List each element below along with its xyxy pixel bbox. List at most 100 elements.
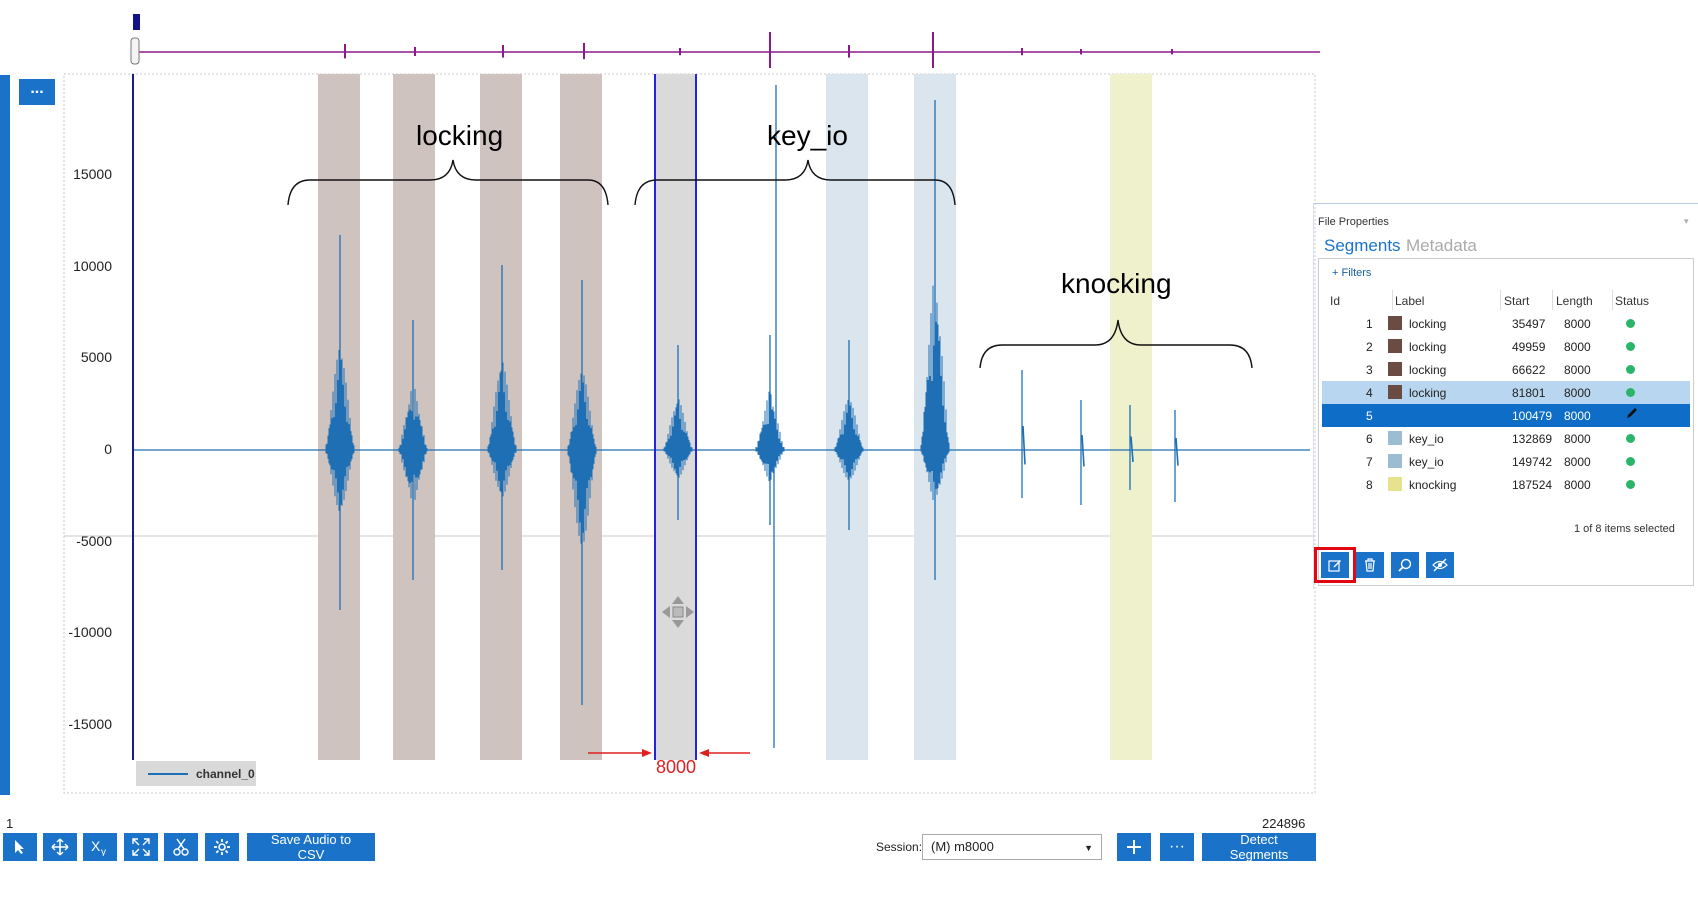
segment-band-locking[interactable]	[393, 74, 435, 760]
settings-button[interactable]	[205, 833, 239, 861]
segment-color-swatch	[1388, 454, 1402, 468]
segment-label: knocking	[1409, 478, 1457, 492]
fit-view-button[interactable]	[124, 833, 158, 861]
detect-segments-button[interactable]: Detect Segments	[1202, 832, 1316, 862]
segment-label: key_io	[1409, 432, 1444, 446]
selection-count: 1 of 8 items selected	[1574, 523, 1675, 535]
delete-segment-button[interactable]	[1356, 552, 1384, 578]
y-tick-label: -5000	[76, 533, 112, 549]
add-session-button[interactable]	[1117, 833, 1151, 861]
y-tick-label: 0	[104, 441, 112, 457]
segment-color-swatch	[1388, 339, 1402, 353]
column-header-label[interactable]: Label	[1395, 294, 1424, 308]
segment-label: locking	[1409, 363, 1447, 377]
segment-length: 8000	[1564, 455, 1591, 469]
segment-row[interactable]: 2 locking 49959 8000	[1322, 335, 1690, 358]
range-handle-left[interactable]	[130, 37, 140, 65]
segment-row[interactable]: 4 locking 81801 8000	[1322, 381, 1690, 404]
pan-icon	[51, 838, 69, 856]
plot-legend: channel_0	[136, 761, 256, 786]
annotation-key-io: key_io	[767, 120, 848, 151]
y-tick-label: 5000	[80, 349, 112, 365]
segment-length: 8000	[1564, 363, 1591, 377]
segment-id: 4	[1366, 386, 1373, 400]
segment-length: 8000	[1564, 478, 1591, 492]
segment-length: 8000	[1564, 386, 1591, 400]
pan-tool-button[interactable]	[43, 833, 77, 861]
segment-color-swatch	[1388, 431, 1402, 445]
y-tick-label: -10000	[68, 624, 112, 640]
segment-start: 187524	[1512, 478, 1553, 492]
column-divider	[1392, 290, 1393, 310]
segment-row[interactable]: 5 100479 8000	[1322, 404, 1690, 427]
segment-row[interactable]: 1 locking 35497 8000	[1322, 312, 1690, 335]
cut-tool-button[interactable]	[164, 833, 198, 861]
annotation-knocking: knocking	[1061, 268, 1172, 299]
segment-start: 35497	[1512, 317, 1546, 331]
status-ok-icon	[1626, 388, 1635, 397]
segment-length: 8000	[1564, 409, 1591, 423]
waveform-plot[interactable]	[0, 70, 1320, 795]
segment-start: 100479	[1512, 409, 1553, 423]
panel-title: File Properties	[1318, 216, 1389, 228]
session-value: (M) m8000	[931, 839, 994, 854]
segment-id: 3	[1366, 363, 1373, 377]
segment-row[interactable]: 7 key_io 149742 8000	[1322, 450, 1690, 473]
overview-timeline[interactable]	[0, 0, 1320, 70]
segment-label: key_io	[1409, 455, 1444, 469]
segment-label: locking	[1409, 386, 1447, 400]
status-ok-icon	[1626, 319, 1635, 328]
session-dropdown[interactable]: (M) m8000 ▼	[922, 834, 1102, 860]
column-divider	[1612, 290, 1613, 310]
filters-toggle[interactable]: + Filters	[1332, 267, 1371, 279]
legend-label: channel_0	[196, 766, 255, 781]
select-tool-button[interactable]	[3, 833, 37, 861]
pencil-icon[interactable]	[1626, 407, 1638, 422]
trash-icon	[1365, 558, 1375, 572]
segment-id: 7	[1366, 455, 1373, 469]
hide-segment-button[interactable]	[1426, 552, 1454, 578]
session-more-button[interactable]: ···	[1160, 833, 1194, 861]
xy-tool-button[interactable]: Xy	[83, 833, 117, 861]
segment-label: locking	[1409, 317, 1447, 331]
xy-icon: Xy	[91, 838, 106, 856]
column-header-id[interactable]: Id	[1330, 294, 1340, 308]
status-ok-icon	[1626, 480, 1635, 489]
segment-start: 149742	[1512, 455, 1553, 469]
status-ok-icon	[1626, 434, 1635, 443]
status-ok-icon	[1626, 457, 1635, 466]
length-arrowhead-right	[699, 749, 709, 757]
segment-row[interactable]: 6 key_io 132869 8000	[1322, 427, 1690, 450]
save-audio-csv-button[interactable]: Save Audio to CSV	[247, 832, 375, 862]
column-header-status[interactable]: Status	[1615, 294, 1649, 308]
segment-id: 6	[1366, 432, 1373, 446]
status-ok-icon	[1626, 365, 1635, 374]
legend-line-swatch	[148, 772, 188, 775]
tab-segments[interactable]: Segments	[1324, 236, 1401, 256]
segment-row[interactable]: 3 locking 66622 8000	[1322, 358, 1690, 381]
segment-length: 8000	[1564, 432, 1591, 446]
tab-metadata[interactable]: Metadata	[1406, 236, 1477, 256]
segment-row[interactable]: 8 knocking 187524 8000	[1322, 473, 1690, 496]
segment-id: 2	[1366, 340, 1373, 354]
segment-id: 5	[1366, 409, 1373, 423]
segment-start: 132869	[1512, 432, 1553, 446]
svg-text:X: X	[91, 838, 101, 854]
segment-band-knocking[interactable]	[1110, 74, 1152, 760]
scissors-icon	[173, 838, 189, 856]
column-header-length[interactable]: Length	[1556, 294, 1593, 308]
zoom-segment-button[interactable]	[1391, 552, 1419, 578]
panel-collapse-icon[interactable]: ▾	[1684, 216, 1689, 227]
session-label: Session:	[876, 840, 923, 854]
range-end-index: 224896	[1262, 816, 1306, 831]
y-tick-label: 10000	[73, 258, 112, 274]
edit-icon	[1328, 560, 1341, 572]
edit-segment-button[interactable]	[1321, 552, 1349, 578]
plus-icon	[1127, 840, 1141, 854]
column-header-start[interactable]: Start	[1504, 294, 1529, 308]
svg-text:y: y	[101, 847, 106, 856]
segment-id: 8	[1366, 478, 1373, 492]
overview-waveform	[344, 32, 1173, 68]
segment-id: 1	[1366, 317, 1373, 331]
segment-start: 66622	[1512, 363, 1546, 377]
